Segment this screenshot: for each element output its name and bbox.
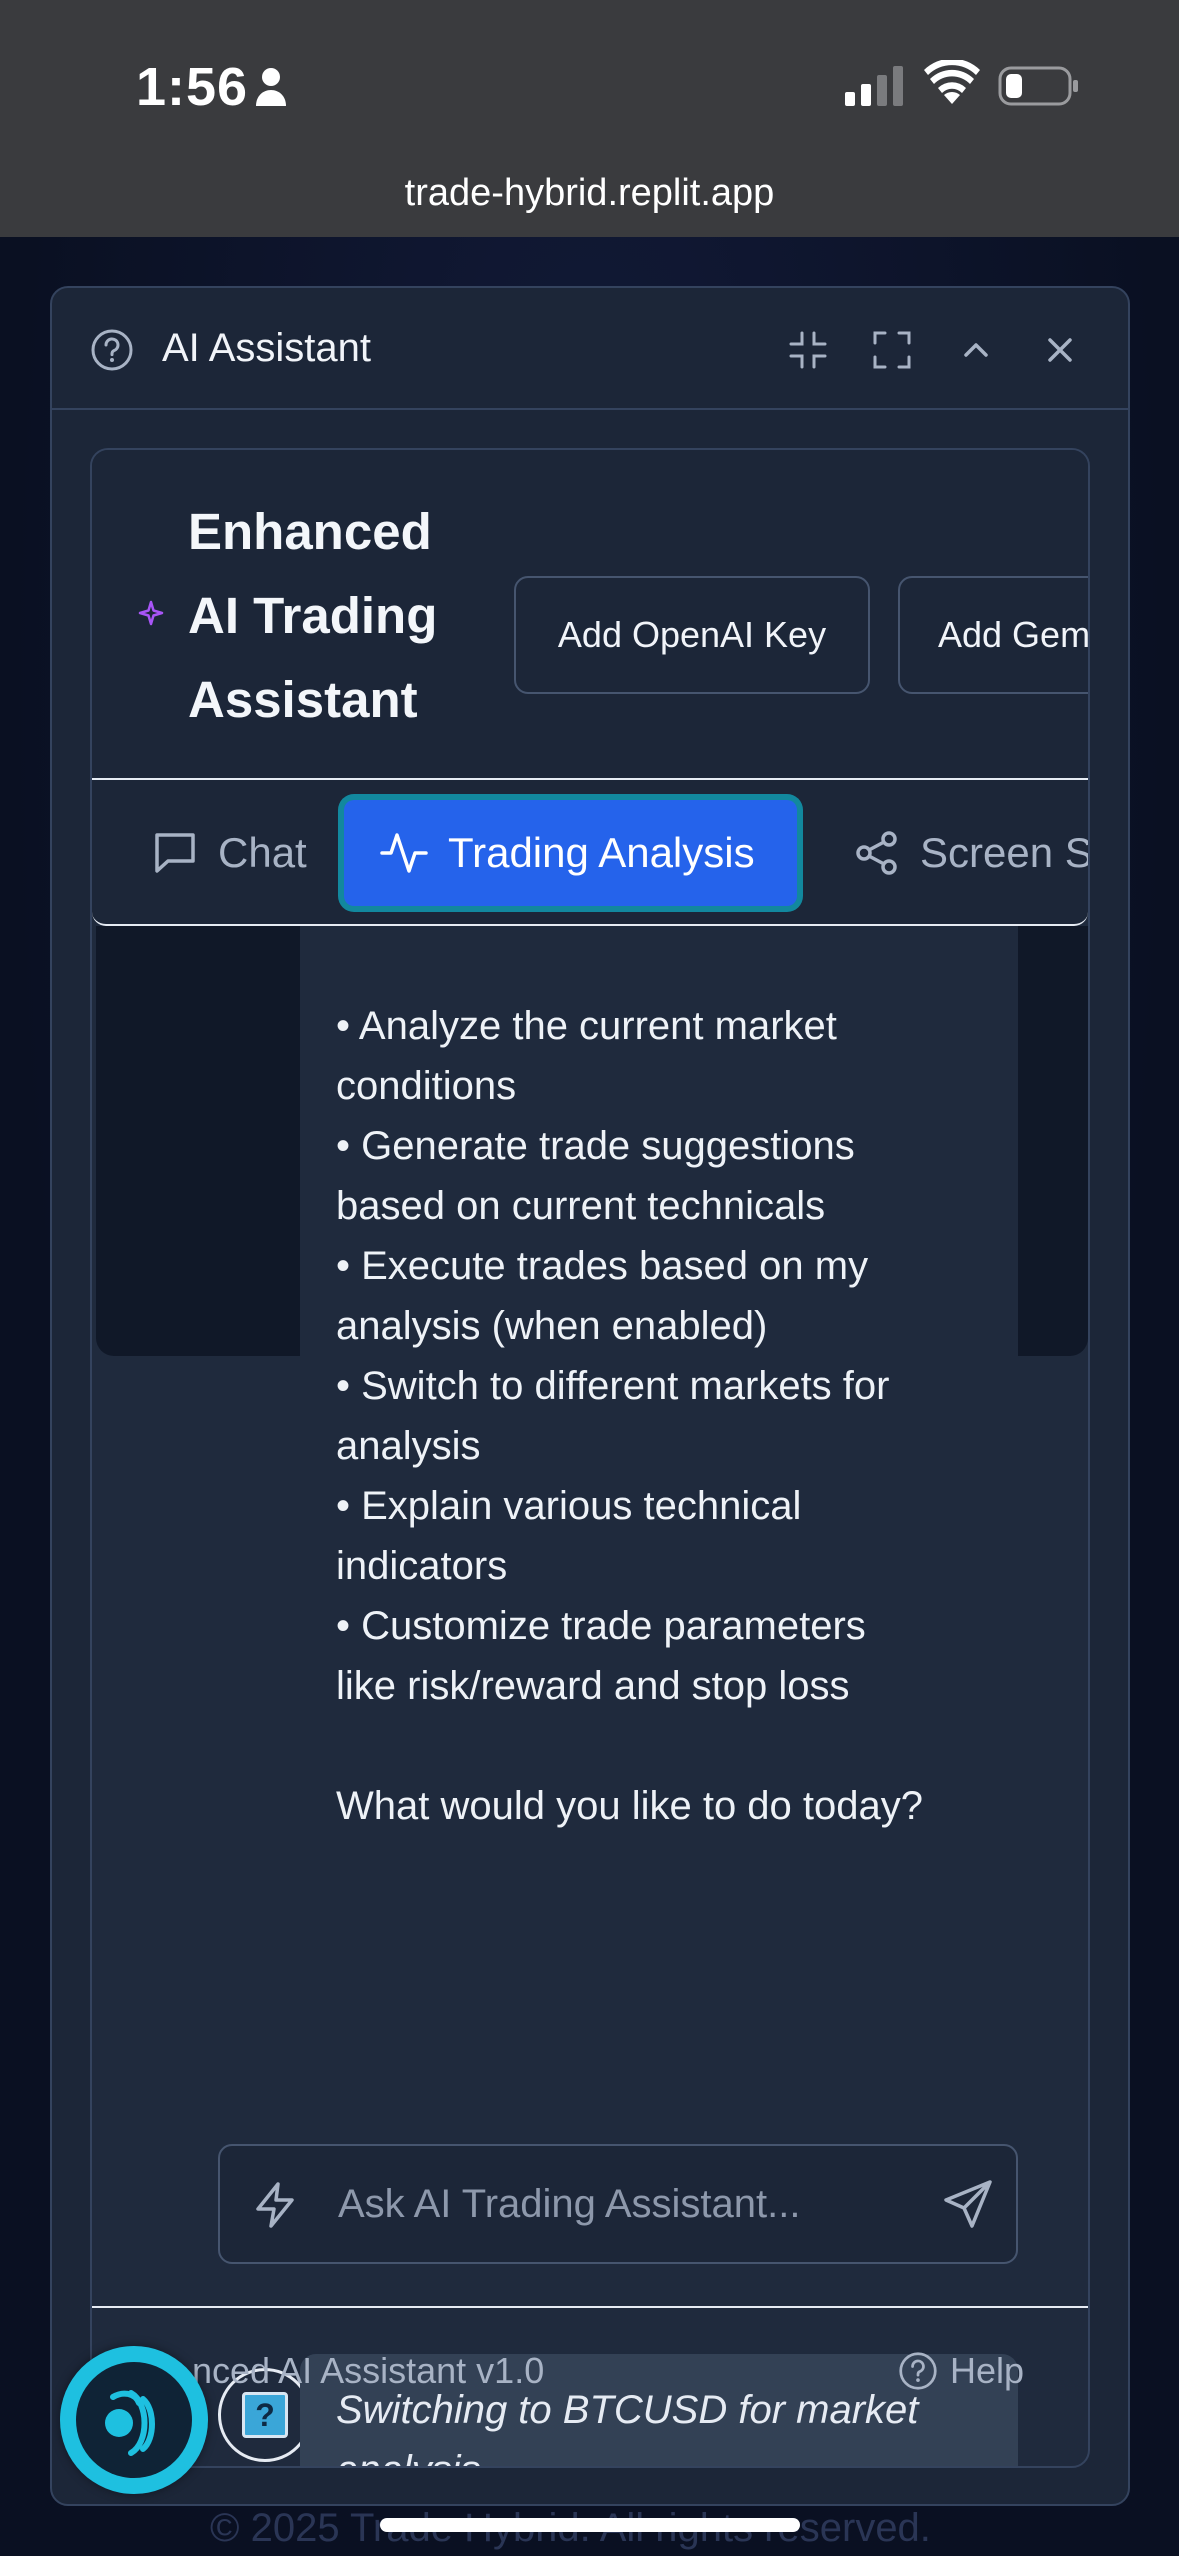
tab-bar: Chat Trading Analysis Screen S [92,780,1088,926]
tab-screen-share-label: Screen S [920,829,1090,876]
help-link[interactable]: Help [898,2350,1024,2392]
url-bar[interactable]: trade-hybrid.replit.app [0,172,1179,215]
tab-trading-analysis-label: Trading Analysis [448,829,755,876]
assistant-card: Enhanced AI Trading Assistant Add OpenAI… [90,448,1090,2468]
assistant-message: • Analyze the current market conditions … [300,926,1018,1926]
dialog-header: AI Assistant [52,288,1128,410]
person-icon [256,68,286,106]
message-line: • Analyze the current market [336,1004,837,1048]
activity-icon [380,833,428,873]
message-line: • Customize trade parameters [336,1604,866,1648]
status-time: 1:56 [136,57,249,117]
help-label: Help [950,2350,1025,2391]
chat-input[interactable] [338,2146,918,2262]
sparkle-icon [138,600,164,626]
minimize-icon [789,331,827,369]
help-circle-icon [91,329,133,371]
message-line: • Explain various technical [336,1484,802,1528]
send-icon[interactable] [942,2178,994,2230]
card-title: Enhanced AI Trading Assistant [188,503,438,728]
home-indicator[interactable] [380,2518,800,2532]
message-line: analysis [336,1424,481,1468]
chevron-up-icon [964,343,988,357]
tab-trading-analysis[interactable]: Trading Analysis [344,800,797,906]
battery-icon [998,66,1078,106]
add-gemini-key-button[interactable]: Add Gemini [898,576,1088,694]
message-question: What would you like to do today? [336,1784,924,1828]
add-openai-key-button[interactable]: Add OpenAI Key [514,576,870,694]
card-header: Enhanced AI Trading Assistant Add OpenAI… [92,450,1088,780]
message-line: • Execute trades based on my [336,1244,869,1288]
close-icon [1048,338,1072,362]
message-line: • Switch to different markets for [336,1364,890,1408]
help-circle-icon [899,2352,937,2390]
tab-chat[interactable]: Chat [152,800,307,906]
message-line: analysis (when enabled) [336,1304,768,1348]
status-bar: 1:56 trade-hybrid.replit.app [0,0,1179,237]
tab-chat-label: Chat [218,829,307,876]
message-line: like risk/reward and stop loss [336,1664,850,1708]
message-line: indicators [336,1544,508,1588]
assistant-logo-icon [76,2362,192,2478]
signal-icon [845,66,903,106]
fullscreen-icon [873,331,911,369]
chat-bubble-icon [155,833,195,873]
assistant-fab-button[interactable] [60,2346,208,2494]
wifi-icon [924,60,980,104]
dialog-title: AI Assistant [162,326,371,370]
collapse-button[interactable] [952,326,1000,374]
ai-assistant-dialog: AI Assistant Enhanced AI Trading Assista… [50,286,1130,2506]
tab-screen-share[interactable]: Screen S [854,800,1090,906]
card-footer: nced AI Assistant v1.0 Help [92,2306,1088,2466]
close-button[interactable] [1036,326,1084,374]
minimize-button[interactable] [784,326,832,374]
chat-messages[interactable]: • Analyze the current market conditions … [92,926,1088,2466]
version-label: nced AI Assistant v1.0 [192,2350,545,2391]
chat-input-box[interactable] [218,2144,1018,2264]
message-line: • Generate trade suggestions [336,1124,855,1168]
bolt-icon[interactable] [250,2180,300,2230]
message-line: conditions [336,1064,517,1108]
message-line: based on current technicals [336,1184,826,1228]
fullscreen-button[interactable] [868,326,916,374]
share-icon [856,831,897,875]
